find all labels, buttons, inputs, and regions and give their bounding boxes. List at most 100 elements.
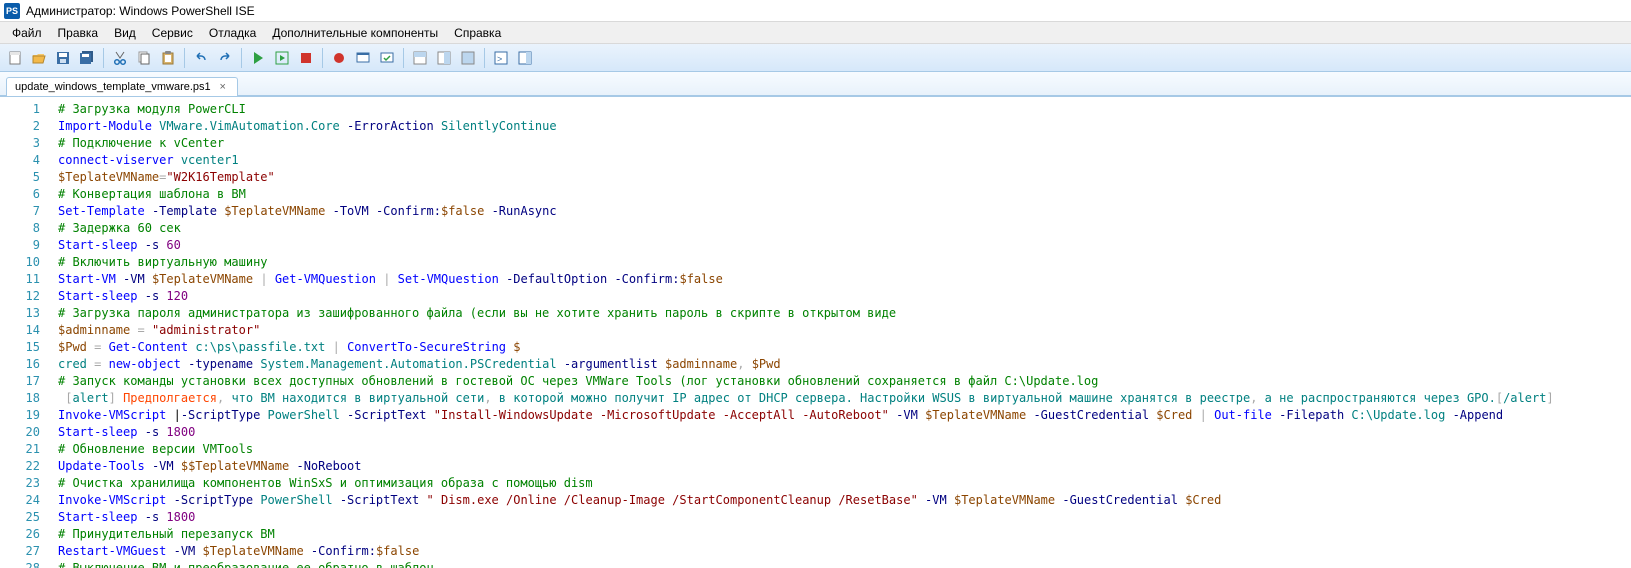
code-line[interactable]: # Включить виртуальную машину [58, 254, 1627, 271]
code-line[interactable]: Invoke-VMScript -ScriptType PowerShell -… [58, 492, 1627, 509]
pane-script-right-icon[interactable] [433, 47, 455, 69]
code-line[interactable]: Start-sleep -s 1800 [58, 509, 1627, 526]
show-command-addon-icon[interactable] [514, 47, 536, 69]
app-icon: PS [4, 3, 20, 19]
line-number: 11 [4, 271, 40, 288]
svg-text:>_: >_ [497, 54, 508, 64]
code-line[interactable]: Start-sleep -s 120 [58, 288, 1627, 305]
undo-icon[interactable] [190, 47, 212, 69]
code-line[interactable]: Invoke-VMScript |-ScriptType PowerShell … [58, 407, 1627, 424]
toolbar-separator [322, 48, 323, 68]
code-line[interactable]: $TeplateVMName="W2K16Template" [58, 169, 1627, 186]
remote-session-icon[interactable] [376, 47, 398, 69]
line-number: 22 [4, 458, 40, 475]
copy-icon[interactable] [133, 47, 155, 69]
menu-tools[interactable]: Сервис [144, 24, 201, 42]
tab-strip: update_windows_template_vmware.ps1 × [0, 72, 1631, 96]
line-number: 25 [4, 509, 40, 526]
line-number: 18 [4, 390, 40, 407]
code-editor[interactable]: 1234567891011121314151617181920212223242… [0, 96, 1631, 568]
code-line[interactable]: Set-Template -Template $TeplateVMName -T… [58, 203, 1627, 220]
breakpoint-icon[interactable] [328, 47, 350, 69]
code-line[interactable]: Restart-VMGuest -VM $TeplateVMName -Conf… [58, 543, 1627, 560]
run-icon[interactable] [247, 47, 269, 69]
toolbar-separator [403, 48, 404, 68]
tab-label: update_windows_template_vmware.ps1 [15, 81, 211, 93]
line-number: 8 [4, 220, 40, 237]
line-number: 19 [4, 407, 40, 424]
line-number: 28 [4, 560, 40, 568]
line-number: 21 [4, 441, 40, 458]
menu-bar: Файл Правка Вид Сервис Отладка Дополните… [0, 22, 1631, 44]
code-line[interactable]: # Выключение ВМ и преобразование ее обра… [58, 560, 1627, 568]
redo-icon[interactable] [214, 47, 236, 69]
code-area[interactable]: # Загрузка модуля PowerCLIImport-Module … [48, 97, 1631, 568]
line-number: 23 [4, 475, 40, 492]
tab-close-icon[interactable]: × [217, 81, 229, 93]
code-line[interactable]: Start-VM -VM $TeplateVMName | Get-VMQues… [58, 271, 1627, 288]
code-line[interactable]: connect-viserver vcenter1 [58, 152, 1627, 169]
code-line[interactable]: [alert] Предполгается, что ВМ находится … [58, 390, 1627, 407]
toolbar-separator [241, 48, 242, 68]
menu-help[interactable]: Справка [446, 24, 509, 42]
code-line[interactable]: # Запуск команды установки всех доступны… [58, 373, 1627, 390]
toolbar-separator [484, 48, 485, 68]
code-line[interactable]: cred = new-object -typename System.Manag… [58, 356, 1627, 373]
line-number: 26 [4, 526, 40, 543]
toolbar: >_ [0, 44, 1631, 72]
save-all-icon[interactable] [76, 47, 98, 69]
file-tab[interactable]: update_windows_template_vmware.ps1 × [6, 77, 238, 96]
pane-script-top-icon[interactable] [409, 47, 431, 69]
line-number: 1 [4, 101, 40, 118]
code-line[interactable]: # Конвертация шаблона в ВМ [58, 186, 1627, 203]
line-number-gutter: 1234567891011121314151617181920212223242… [0, 97, 48, 568]
menu-file[interactable]: Файл [4, 24, 50, 42]
menu-edit[interactable]: Правка [50, 24, 107, 42]
code-line[interactable]: $adminname = "administrator" [58, 322, 1627, 339]
open-file-icon[interactable] [28, 47, 50, 69]
menu-view[interactable]: Вид [106, 24, 144, 42]
show-command-icon[interactable]: >_ [490, 47, 512, 69]
line-number: 14 [4, 322, 40, 339]
line-number: 5 [4, 169, 40, 186]
line-number: 4 [4, 152, 40, 169]
new-remote-tab-icon[interactable] [352, 47, 374, 69]
toolbar-separator [184, 48, 185, 68]
line-number: 24 [4, 492, 40, 509]
code-line[interactable]: # Принудительный перезапуск ВМ [58, 526, 1627, 543]
menu-debug[interactable]: Отладка [201, 24, 264, 42]
run-selection-icon[interactable] [271, 47, 293, 69]
cut-icon[interactable] [109, 47, 131, 69]
code-line[interactable]: Import-Module VMware.VimAutomation.Core … [58, 118, 1627, 135]
code-line[interactable]: # Загрузка пароля администратора из заши… [58, 305, 1627, 322]
line-number: 27 [4, 543, 40, 560]
window-title: Администратор: Windows PowerShell ISE [26, 4, 255, 18]
toolbar-separator [103, 48, 104, 68]
code-line[interactable]: Start-sleep -s 1800 [58, 424, 1627, 441]
line-number: 17 [4, 373, 40, 390]
code-line[interactable]: # Подключение к vCenter [58, 135, 1627, 152]
save-icon[interactable] [52, 47, 74, 69]
code-line[interactable]: Update-Tools -VM $$TeplateVMName -NoRebo… [58, 458, 1627, 475]
pane-script-max-icon[interactable] [457, 47, 479, 69]
code-line[interactable]: # Загрузка модуля PowerCLI [58, 101, 1627, 118]
line-number: 13 [4, 305, 40, 322]
menu-addons[interactable]: Дополнительные компоненты [264, 24, 446, 42]
line-number: 20 [4, 424, 40, 441]
paste-icon[interactable] [157, 47, 179, 69]
line-number: 10 [4, 254, 40, 271]
line-number: 3 [4, 135, 40, 152]
code-line[interactable]: # Обновление версии VMTools [58, 441, 1627, 458]
window-titlebar: PS Администратор: Windows PowerShell ISE [0, 0, 1631, 22]
code-line[interactable]: # Очистка хранилища компонентов WinSxS и… [58, 475, 1627, 492]
stop-icon[interactable] [295, 47, 317, 69]
code-line[interactable]: # Задержка 60 сек [58, 220, 1627, 237]
line-number: 9 [4, 237, 40, 254]
line-number: 16 [4, 356, 40, 373]
code-line[interactable]: $Pwd = Get-Content c:\ps\passfile.txt | … [58, 339, 1627, 356]
line-number: 7 [4, 203, 40, 220]
code-line[interactable]: Start-sleep -s 60 [58, 237, 1627, 254]
line-number: 12 [4, 288, 40, 305]
line-number: 6 [4, 186, 40, 203]
new-file-icon[interactable] [4, 47, 26, 69]
